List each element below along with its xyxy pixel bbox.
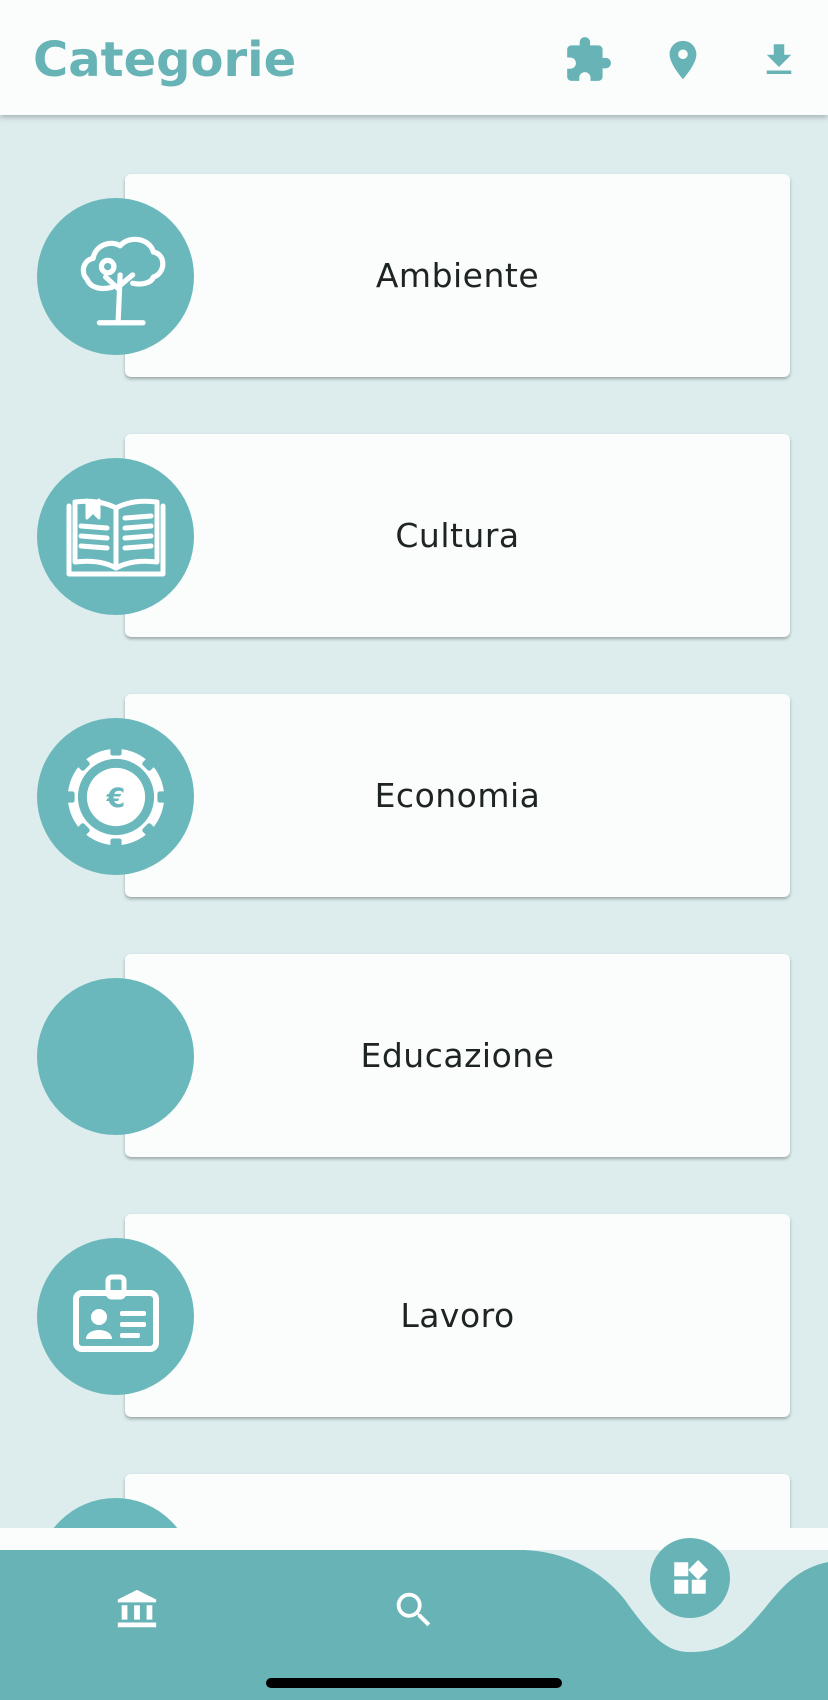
tree-icon bbox=[37, 198, 194, 355]
category-label: Lavoro bbox=[400, 1296, 515, 1335]
category-item-partial[interactable] bbox=[0, 1474, 828, 1528]
nav-categories-button[interactable] bbox=[650, 1538, 730, 1618]
museum-icon bbox=[117, 1589, 157, 1628]
category-icon-placeholder bbox=[37, 978, 194, 1135]
category-item-cultura[interactable]: Cultura bbox=[0, 434, 828, 644]
bottom-nav bbox=[0, 1528, 828, 1700]
category-item-lavoro[interactable]: Lavoro bbox=[0, 1214, 828, 1424]
open-book-icon bbox=[37, 458, 194, 615]
category-label bbox=[125, 1474, 790, 1528]
category-label: Educazione bbox=[360, 1036, 555, 1075]
app-header: Categorie bbox=[0, 0, 828, 115]
euro-coin-icon: € bbox=[37, 718, 194, 875]
categories-grid-icon bbox=[674, 1559, 709, 1594]
category-item-ambiente[interactable]: Ambiente bbox=[0, 174, 828, 384]
map-pin-icon bbox=[669, 40, 697, 80]
puzzle-icon bbox=[567, 37, 611, 81]
id-badge-icon bbox=[37, 1238, 194, 1395]
search-icon bbox=[396, 1592, 431, 1627]
home-indicator bbox=[266, 1678, 562, 1688]
category-label: Cultura bbox=[395, 516, 520, 555]
nav-search-button[interactable] bbox=[382, 1578, 446, 1642]
category-item-educazione[interactable]: Educazione bbox=[0, 954, 828, 1164]
download-button[interactable] bbox=[751, 30, 807, 90]
download-icon bbox=[766, 44, 792, 74]
location-button[interactable] bbox=[655, 30, 711, 90]
svg-text:€: € bbox=[105, 783, 125, 814]
puzzle-button[interactable] bbox=[560, 30, 616, 90]
category-item-economia[interactable]: Economia € bbox=[0, 694, 828, 904]
nav-home-button[interactable] bbox=[105, 1578, 169, 1642]
category-label: Ambiente bbox=[375, 256, 540, 295]
category-label: Economia bbox=[374, 776, 541, 815]
page-title: Categorie bbox=[33, 32, 297, 88]
category-list: Ambiente Cultura Economia € Educazione L… bbox=[0, 115, 828, 1528]
